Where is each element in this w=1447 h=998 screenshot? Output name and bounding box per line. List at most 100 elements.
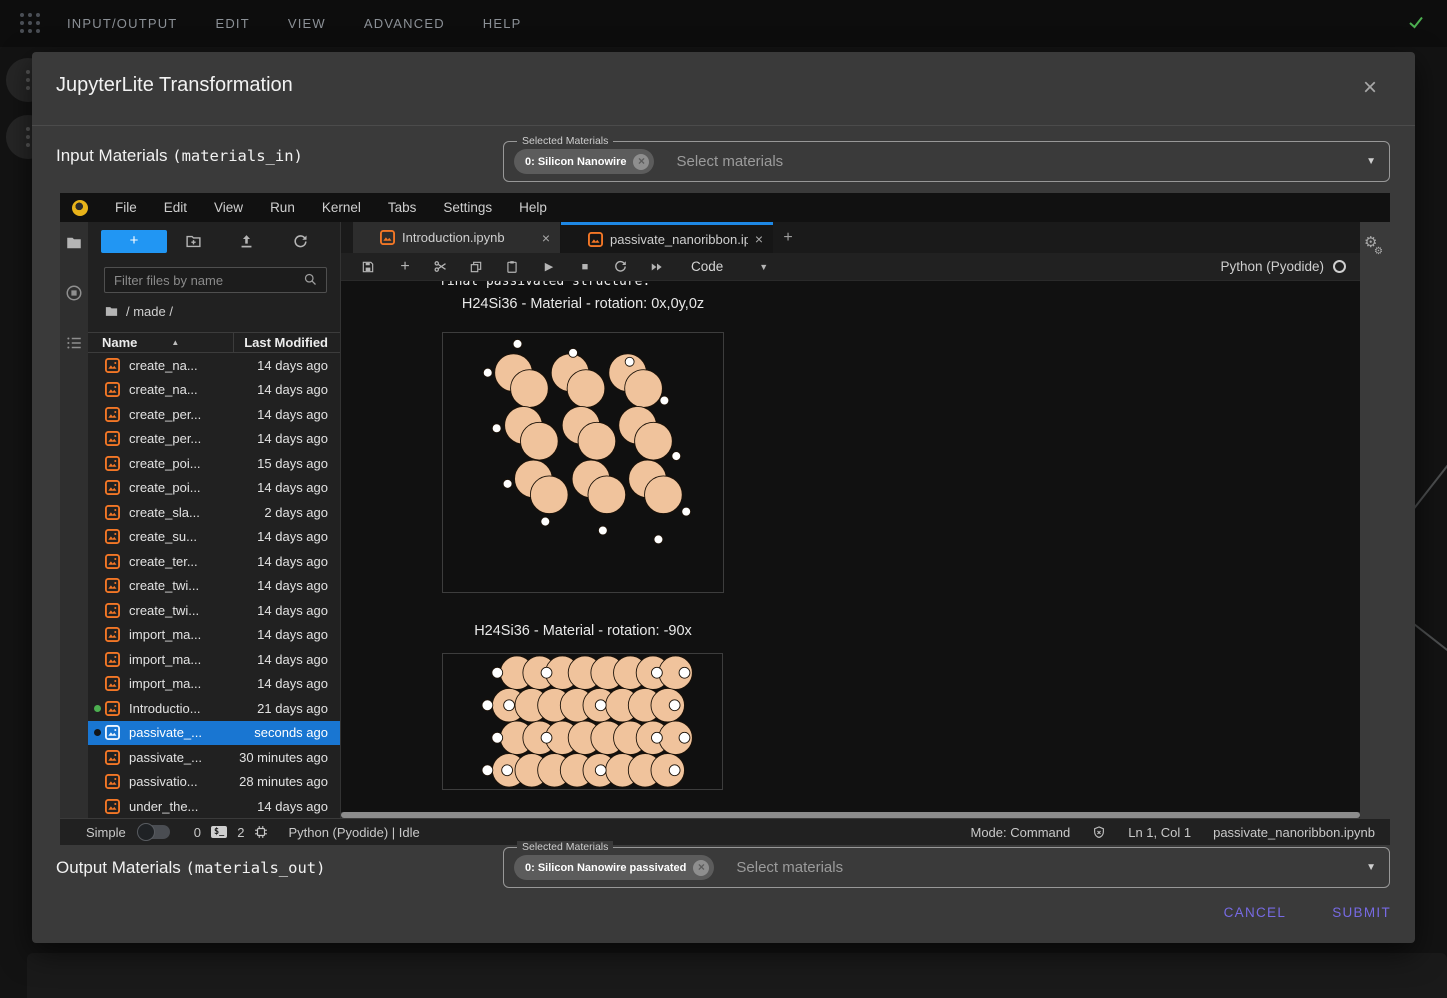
app-logo-icon[interactable] [20, 13, 42, 35]
notebook-file-icon [588, 232, 603, 247]
running-kernels-icon[interactable] [65, 284, 83, 302]
column-name[interactable]: Name [88, 335, 137, 350]
table-row[interactable]: create_ter... 14 days ago [88, 549, 340, 574]
jupyterlite-transformation-dialog: JupyterLite Transformation × Input Mater… [32, 52, 1415, 943]
close-icon[interactable]: × [1363, 76, 1377, 100]
cancel-button[interactable]: CANCEL [1224, 905, 1287, 920]
upload-icon[interactable] [220, 233, 273, 250]
table-row[interactable]: passivate_... seconds ago [88, 721, 340, 746]
restart-run-all-icon[interactable] [649, 260, 665, 274]
restart-kernel-icon[interactable] [613, 259, 629, 274]
table-row[interactable]: import_ma... 14 days ago [88, 623, 340, 648]
file-status-dot [94, 778, 101, 785]
menu-advanced[interactable]: ADVANCED [364, 16, 445, 31]
mode-indicator[interactable]: Mode: Command [971, 825, 1071, 840]
notebook-file-icon [105, 627, 120, 642]
output-materials-select[interactable]: Selected Materials 0: Silicon Nanowire p… [503, 847, 1390, 888]
table-row[interactable]: passivate_... 30 minutes ago [88, 745, 340, 770]
material-chip[interactable]: 0: Silicon Nanowire passivated × [514, 855, 714, 880]
table-row[interactable]: create_per... 14 days ago [88, 427, 340, 452]
file-modified: 2 days ago [264, 505, 340, 520]
input-materials-select[interactable]: Selected Materials 0: Silicon Nanowire ×… [503, 141, 1390, 182]
submit-button[interactable]: SUBMIT [1332, 905, 1391, 920]
table-row[interactable]: under_the... 14 days ago [88, 794, 340, 818]
cursor-position[interactable]: Ln 1, Col 1 [1128, 825, 1191, 840]
table-row[interactable]: import_ma... 14 days ago [88, 647, 340, 672]
chevron-down-icon[interactable]: ▼ [1366, 862, 1376, 873]
kernel-status-text[interactable]: Python (Pyodide) | Idle [288, 825, 419, 840]
jupyter-menu-kernel[interactable]: Kernel [322, 200, 361, 215]
file-modified: 14 days ago [257, 431, 340, 446]
table-row[interactable]: create_twi... 14 days ago [88, 574, 340, 599]
horizontal-scrollbar[interactable] [341, 812, 1360, 818]
file-status-dot [94, 656, 101, 663]
jupyter-menu-help[interactable]: Help [519, 200, 547, 215]
file-modified: 14 days ago [257, 407, 340, 422]
filter-files-input[interactable] [104, 267, 327, 293]
material-chip[interactable]: 0: Silicon Nanowire × [514, 149, 654, 174]
terminals-count[interactable]: 0 [194, 825, 201, 840]
jupyter-menu-file[interactable]: File [115, 200, 137, 215]
kernel-name[interactable]: Python (Pyodide) [1220, 259, 1324, 274]
file-status-dot [94, 680, 101, 687]
file-modified: 21 days ago [257, 701, 340, 716]
jupyter-menu-settings[interactable]: Settings [443, 200, 492, 215]
cell-type-select[interactable]: Code [691, 259, 723, 274]
jupyter-menu-edit[interactable]: Edit [164, 200, 187, 215]
kernels-count[interactable]: 2 [237, 825, 244, 840]
notebook-file-icon [105, 382, 120, 397]
menu-input-output[interactable]: INPUT/OUTPUT [67, 16, 177, 31]
refresh-icon[interactable] [274, 233, 327, 250]
breadcrumb[interactable]: / made / [104, 304, 173, 319]
check-icon [1407, 13, 1425, 31]
simple-mode-toggle[interactable] [138, 825, 170, 839]
column-last-modified[interactable]: Last Modified [233, 333, 340, 352]
new-tab-button[interactable]: + [773, 222, 803, 253]
jupyter-menu-view[interactable]: View [214, 200, 243, 215]
menu-view[interactable]: VIEW [288, 16, 326, 31]
menu-help[interactable]: HELP [483, 16, 522, 31]
jupyter-menu-tabs[interactable]: Tabs [388, 200, 417, 215]
notebook-file-icon [105, 456, 120, 471]
table-row[interactable]: create_su... 14 days ago [88, 525, 340, 550]
table-row[interactable]: create_twi... 14 days ago [88, 598, 340, 623]
file-status-dot [94, 582, 101, 589]
cut-icon[interactable] [433, 259, 449, 274]
table-row[interactable]: Introductio... 21 days ago [88, 696, 340, 721]
stop-kernel-icon[interactable]: ■ [577, 261, 593, 273]
table-row[interactable]: create_poi... 14 days ago [88, 476, 340, 501]
new-folder-icon[interactable] [167, 233, 220, 250]
copy-icon[interactable] [469, 260, 485, 274]
trust-shield-icon [1092, 825, 1106, 840]
new-launcher-button[interactable]: + [101, 230, 167, 253]
tab-introduction[interactable]: Introduction.ipynb × [353, 222, 561, 253]
tab-passivate-nanoribbon[interactable]: passivate_nanoribbon.ipynb × [561, 222, 773, 253]
chevron-down-icon[interactable]: ▼ [1366, 156, 1376, 167]
file-modified: 14 days ago [257, 676, 340, 691]
run-cell-icon[interactable]: ▶ [541, 260, 557, 273]
close-icon[interactable]: × [542, 230, 550, 246]
table-row[interactable]: passivatio... 28 minutes ago [88, 770, 340, 795]
chevron-down-icon[interactable]: ▼ [759, 262, 768, 272]
chip-remove-icon[interactable]: × [693, 860, 709, 876]
paste-icon[interactable] [505, 260, 521, 274]
settings-gears-icon[interactable]: ⚙⚙ [1364, 236, 1377, 250]
table-row[interactable]: create_poi... 15 days ago [88, 451, 340, 476]
file-modified: 14 days ago [257, 480, 340, 495]
file-name: create_per... [129, 407, 201, 422]
menu-edit[interactable]: EDIT [215, 16, 249, 31]
table-row[interactable]: create_na... 14 days ago [88, 378, 340, 403]
close-icon[interactable]: × [755, 231, 763, 247]
table-row[interactable]: create_na... 14 days ago [88, 353, 340, 378]
active-filename[interactable]: passivate_nanoribbon.ipynb [1213, 825, 1375, 840]
file-status-dot [94, 386, 101, 393]
add-cell-icon[interactable]: + [397, 258, 413, 276]
table-row[interactable]: import_ma... 14 days ago [88, 672, 340, 697]
table-of-contents-icon[interactable] [65, 334, 83, 352]
save-icon[interactable] [361, 260, 377, 274]
table-row[interactable]: create_per... 14 days ago [88, 402, 340, 427]
table-row[interactable]: create_sla... 2 days ago [88, 500, 340, 525]
jupyter-menu-run[interactable]: Run [270, 200, 295, 215]
chip-remove-icon[interactable]: × [633, 154, 649, 170]
file-browser-tab-icon[interactable] [65, 234, 83, 252]
